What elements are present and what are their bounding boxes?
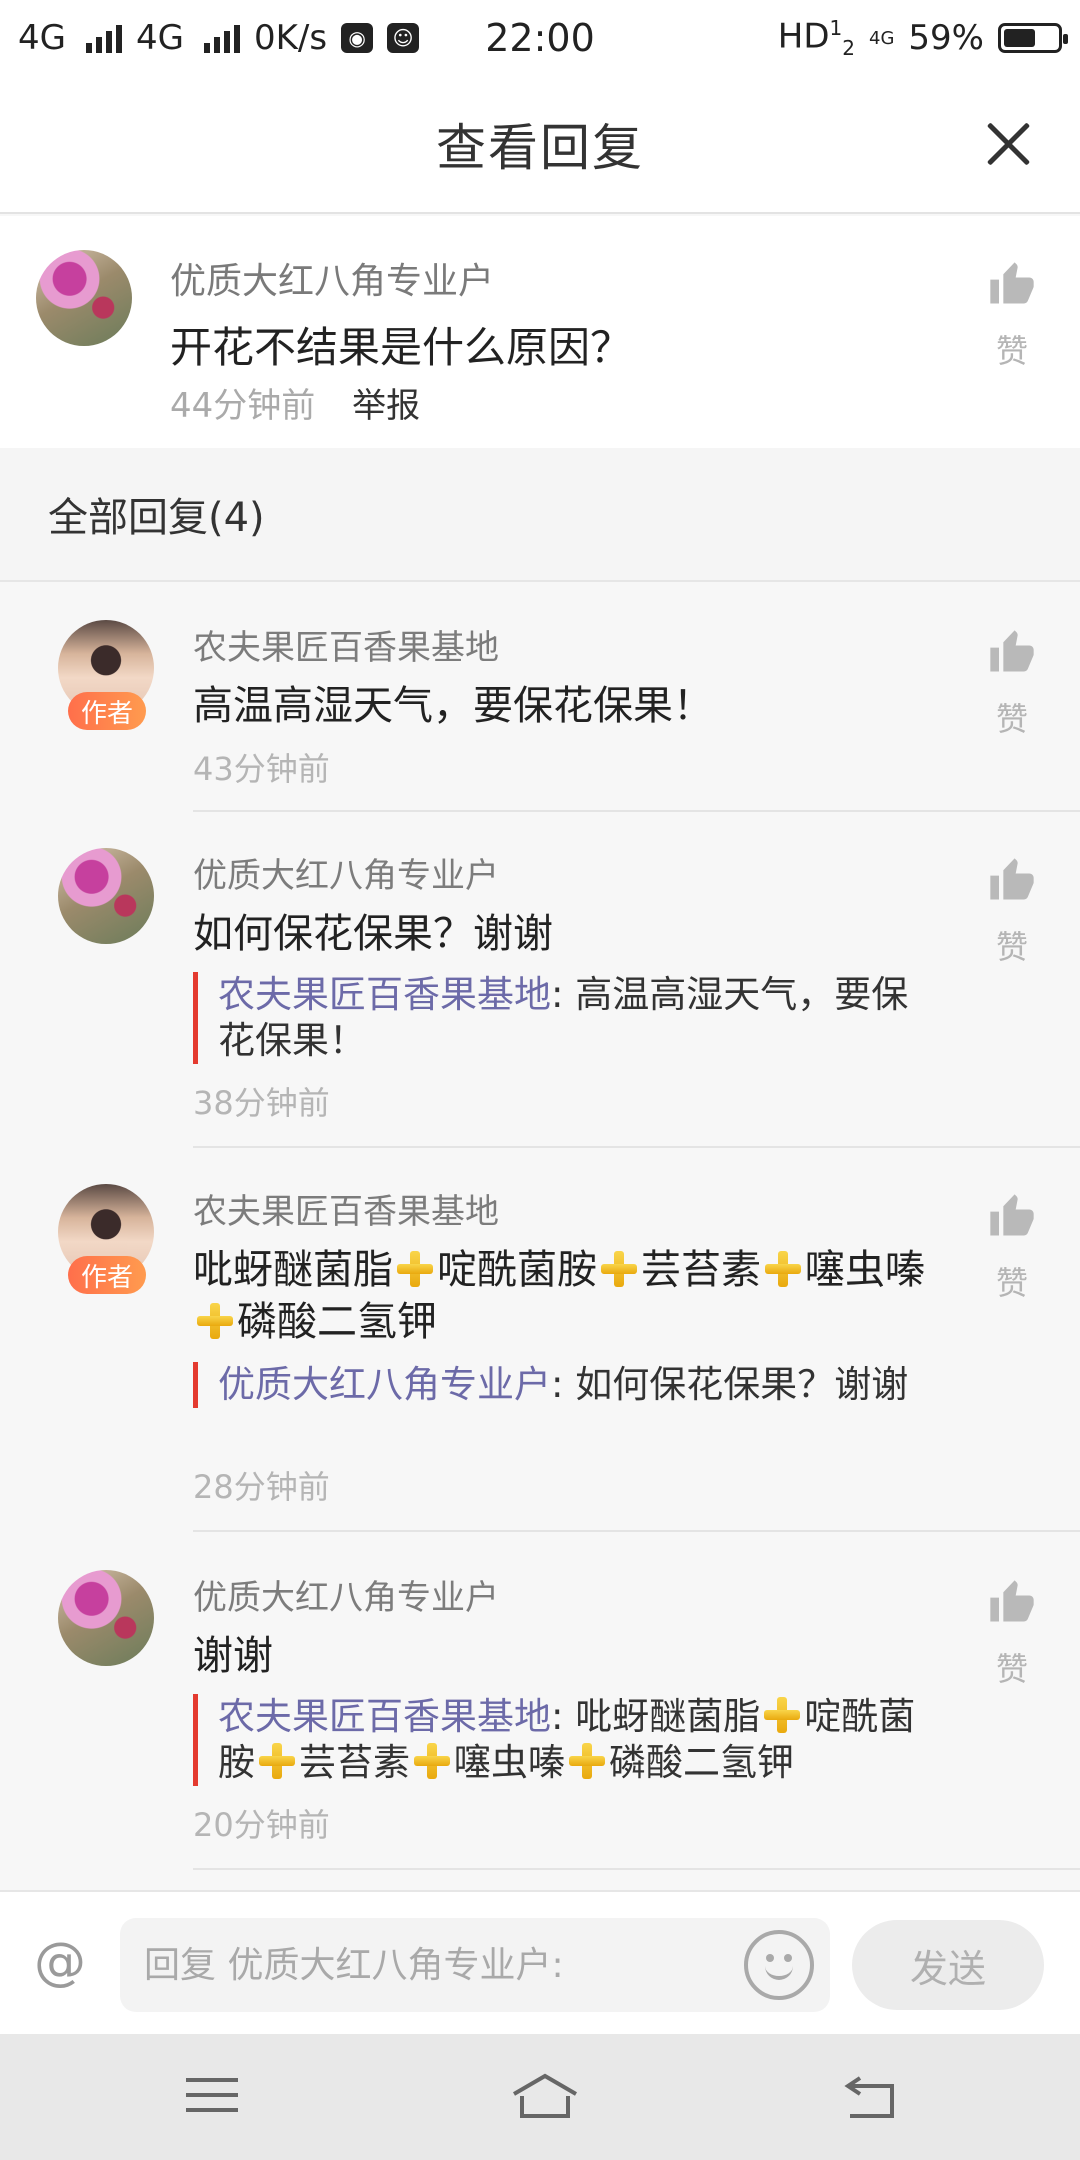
original-post: 优质大红八角专业户 开花不结果是什么原因？ 44分钟前 举报 赞 [0, 216, 1080, 448]
reply-text: 如何保花保果？谢谢 [193, 911, 553, 957]
avatar[interactable] [58, 1570, 154, 1666]
status-bar: 4G 4G 0K/s ◉ ☺ 22:00 HD12 4G 59% [0, 0, 1080, 76]
avatar[interactable] [36, 250, 132, 346]
reply-username[interactable]: 农夫果匠百香果基地 [193, 620, 499, 669]
mention-button[interactable]: @ [34, 1932, 86, 1992]
wechat-icon: ◉ [341, 23, 374, 53]
reply-item: 作者 农夫果匠百香果基地 吡蚜醚菌脂 啶酰菌胺 芸苔素 噻虫嗪磷酸二氢钾 优质大红八角… [0, 1148, 1080, 1534]
quoted-username[interactable]: 农夫果匠百香果基地 [218, 973, 551, 1016]
quoted-text: : 如何保花保果？谢谢 [551, 1363, 909, 1406]
network-type-2: 4G [135, 18, 184, 58]
page-title: 查看回复 [436, 119, 644, 177]
plus-icon [397, 1251, 433, 1287]
plus-icon [197, 1303, 233, 1339]
quoted-reply: 优质大红八角专业户: 如何保花保果？谢谢 [193, 1362, 933, 1408]
ingredient: 吡蚜醚菌脂 [193, 1247, 393, 1293]
quoted-username[interactable]: 优质大红八角专业户 [218, 1363, 551, 1406]
post-meta: 44分钟前 举报 [170, 378, 420, 427]
reply-text: 吡蚜醚菌脂 啶酰菌胺 芸苔素 噻虫嗪磷酸二氢钾 [193, 1244, 953, 1348]
thumbs-up-icon [990, 1194, 1034, 1236]
all-replies-header: 全部回复(4) [0, 448, 1080, 582]
like-button[interactable]: 赞 [982, 258, 1042, 372]
quoted-text: : 吡蚜醚菌脂 [551, 1695, 761, 1738]
like-button[interactable]: 赞 [982, 1190, 1042, 1304]
reply-input[interactable] [120, 1918, 830, 2012]
like-label: 赞 [995, 700, 1028, 738]
quoted-text: 芸苔素 [299, 1741, 410, 1784]
reply-time: 20分钟前 [193, 1806, 330, 1844]
post-username[interactable]: 优质大红八角专业户 [170, 252, 494, 304]
network-type-1: 4G [18, 18, 66, 58]
hd-indicator: HD12 [778, 16, 855, 60]
close-icon[interactable] [976, 112, 1040, 176]
network-type-right: 4G [869, 27, 895, 49]
plus-icon [414, 1743, 450, 1779]
post-text: 开花不结果是什么原因？ [170, 323, 633, 372]
avatar[interactable] [58, 848, 154, 944]
battery-icon [998, 23, 1068, 53]
thumbs-up-icon [990, 262, 1034, 304]
emoji-icon[interactable] [744, 1930, 814, 2000]
reply-item: 优质大红八角专业户 谢谢 农夫果匠百香果基地: 吡蚜醚菌脂 啶酰菌胺 芸苔素 噻虫嗪磷… [0, 1534, 1080, 1874]
like-label: 赞 [995, 1650, 1028, 1688]
reply-item: 优质大红八角专业户 如何保花保果？谢谢 农夫果匠百香果基地: 高温高湿天气，要保… [0, 812, 1080, 1148]
signal-icon-2 [203, 23, 240, 53]
battery-percent: 59% [908, 18, 984, 58]
reply-text: 谢谢 [193, 1633, 273, 1679]
quoted-username[interactable]: 农夫果匠百香果基地 [218, 1695, 551, 1738]
report-button[interactable]: 举报 [352, 386, 420, 426]
divider [193, 1530, 1080, 1532]
hd-text: HD [777, 16, 830, 57]
like-button[interactable]: 赞 [982, 626, 1042, 740]
reply-time: 38分钟前 [193, 1084, 330, 1122]
app-notification-icon: ☺ [387, 23, 420, 53]
send-button[interactable]: 发送 [852, 1920, 1044, 2010]
ingredient: 芸苔素 [641, 1247, 761, 1293]
thumbs-up-icon [990, 630, 1034, 672]
menu-icon[interactable] [182, 2072, 242, 2122]
like-label: 赞 [995, 928, 1028, 966]
signal-icon [85, 23, 122, 53]
reply-item: 作者 农夫果匠百香果基地 高温高湿天气，要保花保果！ 43分钟前 赞 [0, 584, 1080, 812]
quoted-reply: 农夫果匠百香果基地: 高温高湿天气，要保花保果！ [193, 972, 933, 1064]
battery-fill [1004, 29, 1035, 47]
reply-time: 28分钟前 [193, 1468, 330, 1506]
status-right: HD12 4G 59% [778, 16, 1068, 60]
reply-input-bar: @ 发送 [0, 1890, 1080, 2034]
plus-icon [259, 1743, 295, 1779]
hd-sup: 1 [829, 15, 843, 40]
quoted-text: 磷酸二氢钾 [609, 1741, 794, 1784]
plus-icon [764, 1697, 801, 1733]
reply-username[interactable]: 农夫果匠百香果基地 [193, 1184, 499, 1233]
plus-icon [601, 1251, 637, 1287]
author-badge: 作者 [68, 1256, 146, 1294]
reply-time: 43分钟前 [193, 750, 330, 788]
like-button[interactable]: 赞 [982, 854, 1042, 968]
page-header: 查看回复 [0, 76, 1080, 214]
hd-sub: 2 [842, 36, 856, 61]
like-label: 赞 [995, 1264, 1028, 1302]
reply-username[interactable]: 优质大红八角专业户 [193, 1570, 499, 1619]
ingredient: 啶酰菌胺 [437, 1247, 597, 1293]
ingredient: 磷酸二氢钾 [237, 1299, 437, 1345]
post-time: 44分钟前 [170, 386, 316, 426]
home-icon[interactable] [510, 2072, 580, 2122]
network-speed: 0K/s [253, 18, 328, 58]
quoted-text: 噻虫嗪 [454, 1741, 565, 1784]
author-badge: 作者 [68, 692, 146, 730]
plus-icon [765, 1251, 801, 1287]
thumbs-up-icon [990, 858, 1034, 900]
system-nav-bar [0, 2034, 1080, 2160]
ingredient: 噻虫嗪 [805, 1247, 925, 1293]
reply-username[interactable]: 优质大红八角专业户 [193, 848, 499, 897]
status-left: 4G 4G 0K/s ◉ ☺ [18, 18, 420, 58]
quoted-reply: 农夫果匠百香果基地: 吡蚜醚菌脂 啶酰菌胺 芸苔素 噻虫嗪 磷酸二氢钾 [193, 1694, 933, 1786]
plus-icon [569, 1743, 605, 1779]
back-icon[interactable] [840, 2072, 900, 2122]
like-label: 赞 [995, 332, 1028, 370]
divider [193, 1868, 1080, 1870]
thumbs-up-icon [990, 1580, 1034, 1622]
like-button[interactable]: 赞 [982, 1576, 1042, 1690]
reply-text: 高温高湿天气，要保花保果！ [193, 683, 713, 729]
